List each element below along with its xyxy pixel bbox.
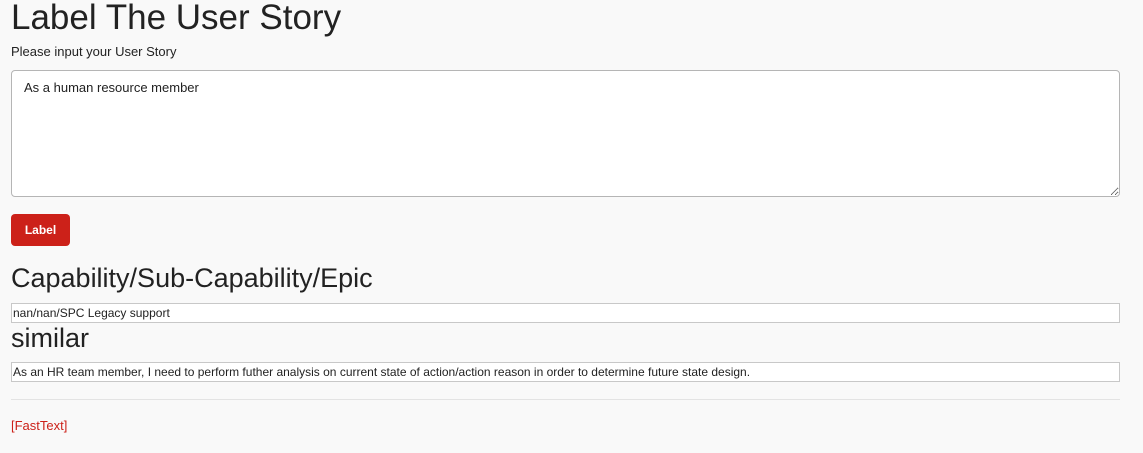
similar-heading: similar [11, 323, 89, 353]
user-story-prompt-label: Please input your User Story [11, 44, 177, 59]
divider [11, 399, 1120, 400]
app-page: Label The User Story Please input your U… [0, 0, 1143, 453]
user-story-input[interactable]: As a human resource member [11, 70, 1120, 197]
capability-heading: Capability/Sub-Capability/Epic [11, 263, 373, 293]
label-button[interactable]: Label [11, 214, 70, 246]
similar-result-field: As an HR team member, I need to perform … [11, 362, 1120, 382]
fasttext-link[interactable]: [FastText] [11, 418, 67, 434]
page-title: Label The User Story [11, 0, 342, 37]
capability-result-field: nan/nan/SPC Legacy support [11, 303, 1120, 323]
